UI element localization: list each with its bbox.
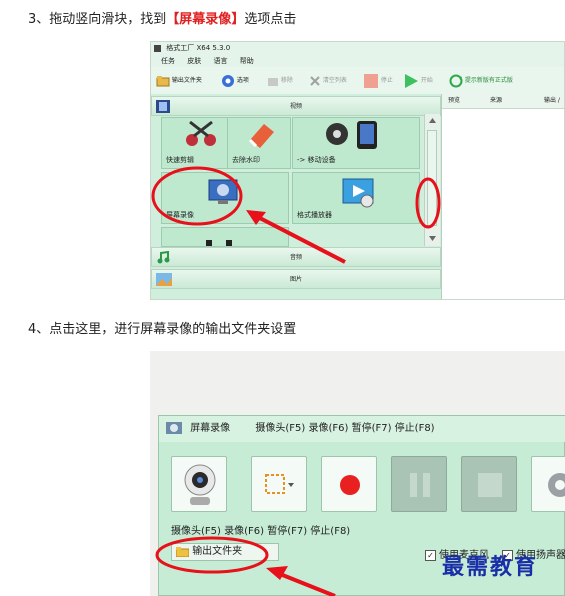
annotation-layer-2 bbox=[155, 536, 336, 596]
arrow-line-2 bbox=[274, 570, 336, 596]
highlight-circle-output-folder bbox=[155, 536, 269, 574]
